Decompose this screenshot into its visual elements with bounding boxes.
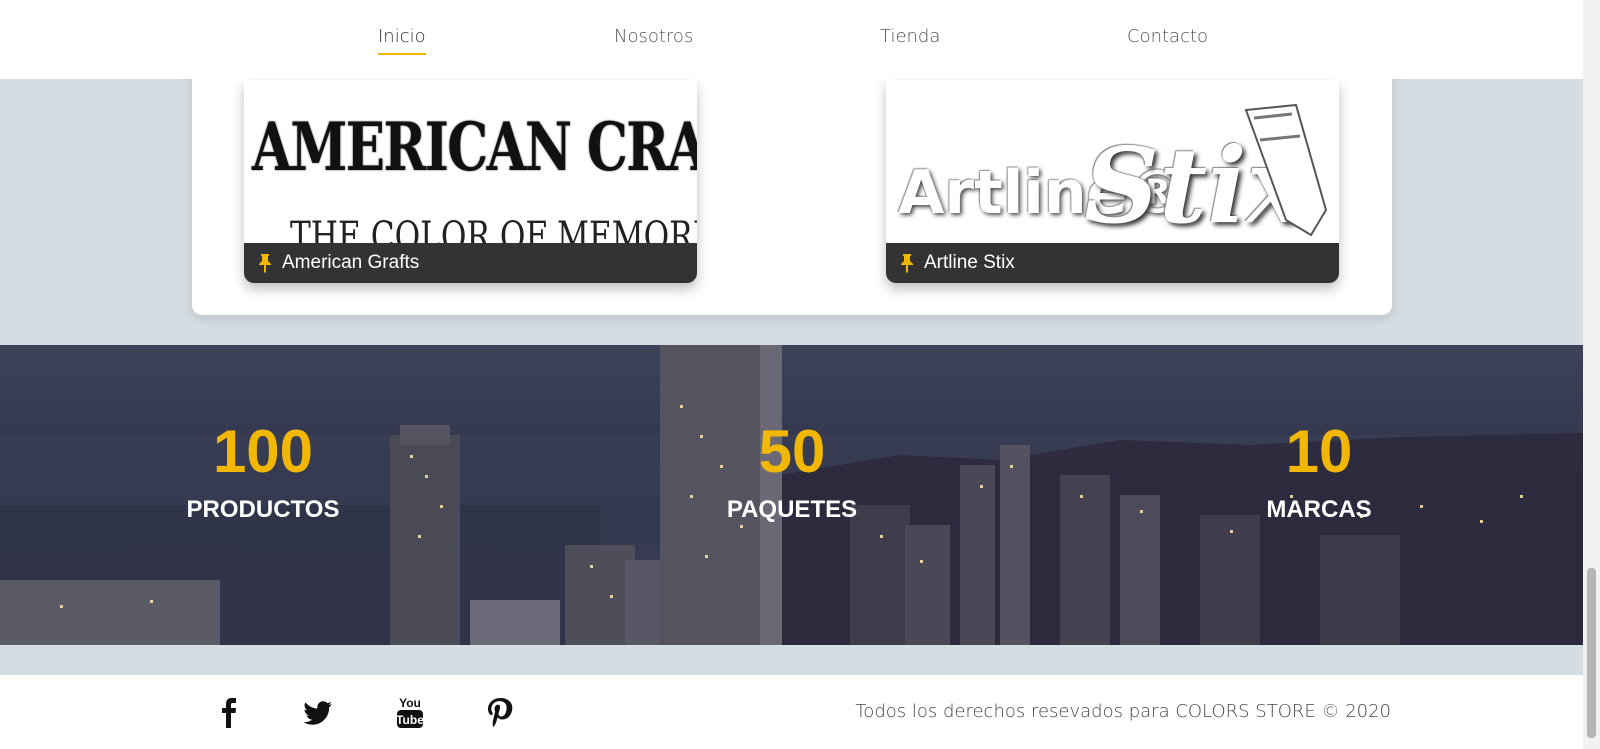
nav-link-contacto[interactable]: Contacto	[1127, 26, 1208, 53]
page-scrollbar[interactable]	[1583, 0, 1600, 749]
brand-tile-artline-stix[interactable]: Artline® Stix Artline Stix	[886, 80, 1339, 283]
stat-label: PAQUETES	[726, 496, 858, 523]
stat-value: 100	[212, 418, 314, 485]
youtube-icon[interactable]: You Tube	[392, 695, 428, 731]
pin-icon	[259, 254, 271, 273]
brand-name: Artline Stix	[924, 252, 1015, 273]
twitter-icon[interactable]	[300, 695, 336, 731]
pin-icon	[901, 254, 913, 273]
artline-stix-logo: Artline® Stix	[886, 80, 1339, 243]
nav-link-tienda[interactable]: Tienda	[880, 26, 940, 53]
pinterest-icon[interactable]	[482, 695, 518, 731]
footer: You Tube Todos los derechos resevados pa…	[0, 675, 1583, 749]
logo-text-line2: THE COLOR OF MEMORIES℠	[290, 214, 697, 243]
stat-productos: 100 PRODUCTOS	[153, 417, 373, 524]
facebook-icon[interactable]	[212, 695, 248, 731]
stat-marcas: 10 MARCAS	[1209, 417, 1429, 524]
top-navigation: Inicio Nosotros Tienda Contacto	[0, 0, 1583, 79]
svg-text:You: You	[399, 696, 421, 710]
logo-text-line1: AMERICAN CRAFTS	[252, 108, 697, 186]
scrollbar-thumb[interactable]	[1587, 568, 1596, 738]
nav-link-nosotros[interactable]: Nosotros	[614, 26, 693, 53]
stat-label: MARCAS	[1266, 496, 1372, 523]
marker-pen-graphic	[1244, 103, 1328, 237]
stat-value: 50	[758, 418, 826, 485]
stat-value: 10	[1285, 418, 1353, 485]
svg-text:Tube: Tube	[396, 713, 424, 727]
brand-name: American Grafts	[282, 252, 420, 273]
nav-link-inicio[interactable]: Inicio	[378, 26, 426, 55]
american-crafts-logo: AMERICAN CRAFTS THE COLOR OF MEMORIES℠	[244, 80, 697, 243]
brand-caption: American Grafts	[244, 243, 697, 283]
copyright-text: Todos los derechos resevados para COLORS…	[855, 701, 1391, 722]
stat-label: PRODUCTOS	[186, 496, 340, 523]
brand-caption: Artline Stix	[886, 243, 1339, 283]
stat-paquetes: 50 PAQUETES	[682, 417, 902, 524]
stats-section: 100 PRODUCTOS 50 PAQUETES 10 MARCAS	[0, 345, 1583, 645]
brands-card: AMERICAN CRAFTS THE COLOR OF MEMORIES℠ A…	[192, 40, 1392, 315]
brand-tile-american-grafts[interactable]: AMERICAN CRAFTS THE COLOR OF MEMORIES℠ A…	[244, 80, 697, 283]
